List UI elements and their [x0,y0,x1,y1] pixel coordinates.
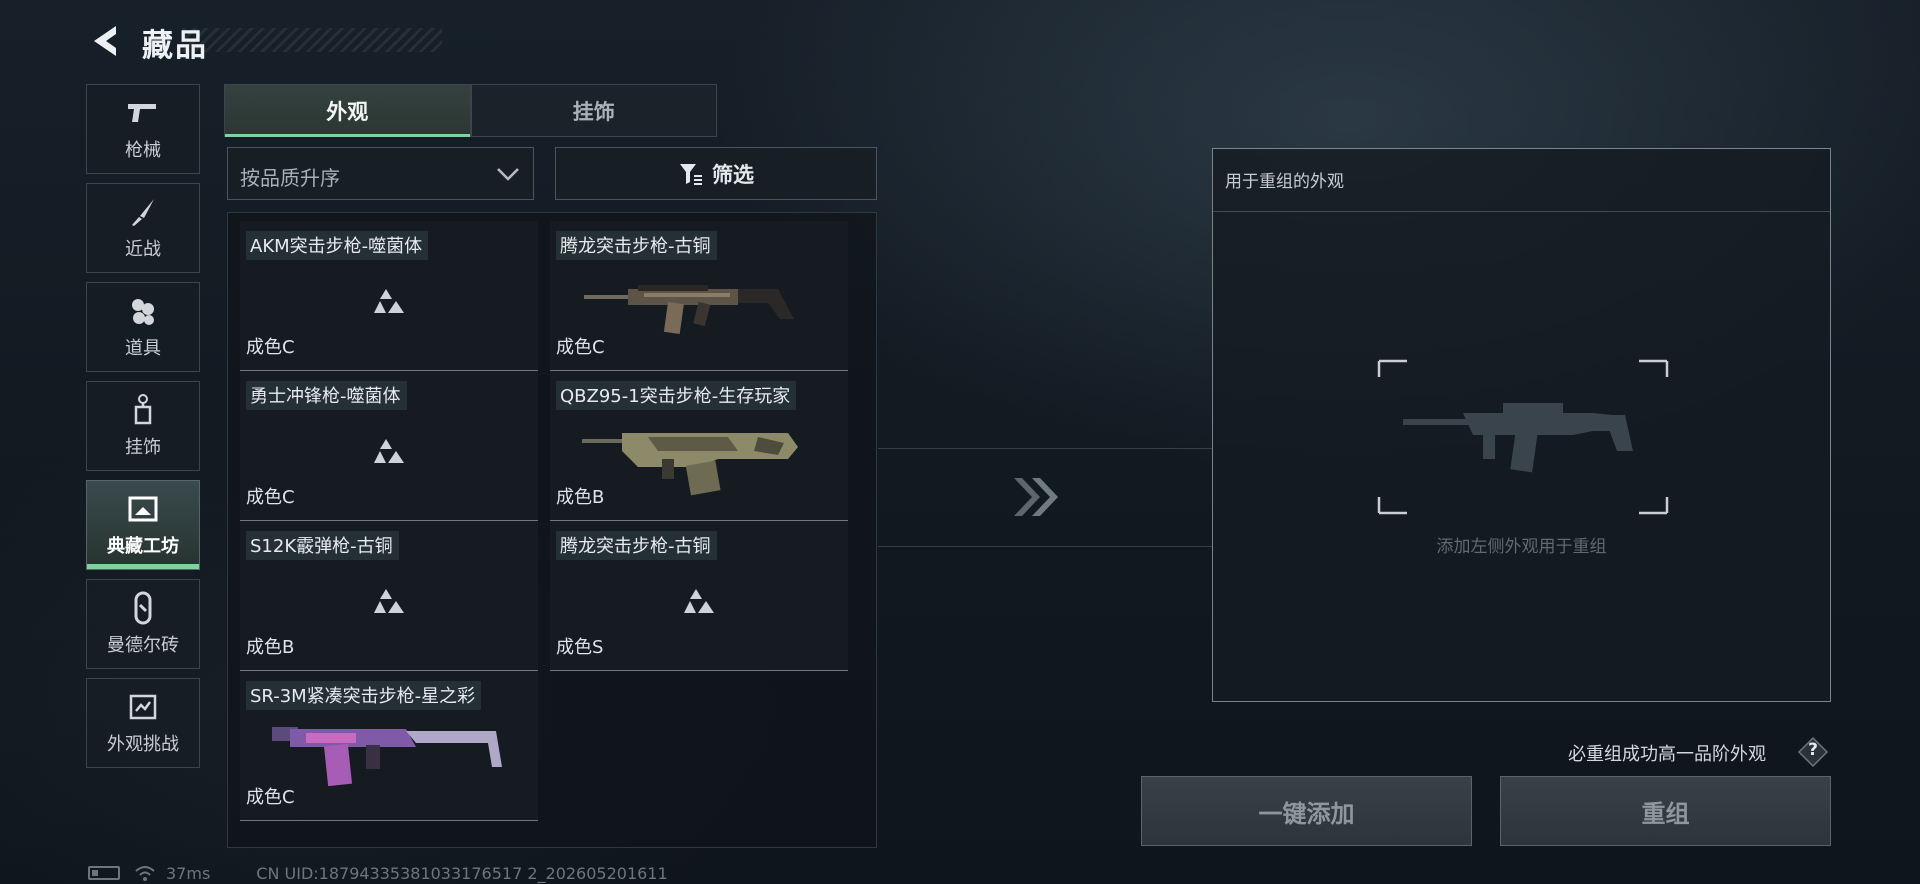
item-grade: 成色C [556,337,605,358]
filter-icon [680,163,702,185]
placeholder-triangle-icon [374,289,404,313]
nav-item-mandel-brick[interactable]: 曼德尔砖 [86,579,200,669]
user-uid: CN UID:18794335381033176517 2_2026052016… [256,863,668,883]
item-name: AKM突击步枪-噬菌体 [246,231,429,260]
nav-label: 曼德尔砖 [107,635,179,656]
nav-item-melee[interactable]: 近战 [86,183,200,273]
back-button[interactable] [86,22,122,60]
workshop-icon [126,492,160,526]
item-name: 腾龙突击步枪-古铜 [556,531,717,560]
appearance-grid: AKM突击步枪-噬菌体 成色C 腾龙突击步枪-古铜 成色C 勇士冲锋枪-噬菌体 … [227,212,877,848]
item-grade: 成色S [556,637,604,658]
nav-label: 近战 [125,239,161,260]
add-all-button[interactable]: 一键添加 [1141,776,1472,846]
placeholder-triangle-icon [374,589,404,613]
tab-appearance[interactable]: 外观 [224,84,471,137]
appearance-card[interactable]: 腾龙突击步枪-古铜 成色S [550,521,848,671]
appearance-card[interactable]: S12K霰弹枪-古铜 成色B [240,521,538,671]
connector-line [878,448,1212,449]
grenade-icon [126,294,160,328]
appearance-card[interactable]: 腾龙突击步枪-古铜 成色C [550,221,848,371]
nav-item-items[interactable]: 道具 [86,282,200,372]
panel-divider [1213,211,1830,212]
nav-label: 典藏工坊 [107,536,179,557]
chevron-down-icon [497,168,519,181]
recombine-title: 用于重组的外观 [1225,172,1344,192]
status-bar: 37ms CN UID:18794335381033176517 2_20260… [88,862,668,884]
ping-value: 37ms [166,863,211,883]
appearance-card[interactable]: AKM突击步枪-噬菌体 成色C [240,221,538,371]
nav-item-challenge[interactable]: 外观挑战 [86,678,200,768]
item-name: QBZ95-1突击步枪-生存玩家 [556,381,797,410]
item-name: 勇士冲锋枪-噬菌体 [246,381,407,410]
gun-camo-image [582,433,798,496]
battery-icon [88,866,120,880]
item-grade: 成色B [556,487,605,508]
recombine-tip: 必重组成功高一品阶外观 [1568,744,1766,765]
item-grade: 成色C [246,487,295,508]
help-button[interactable]: ? [1797,736,1829,768]
recombine-hint: 添加左侧外观用于重组 [1436,537,1607,557]
gun-bronze-image [584,285,794,334]
nav-item-workshop[interactable]: 典藏工坊 [86,480,200,570]
placeholder-triangle-icon [684,589,714,613]
filter-button[interactable]: 筛选 [555,147,877,200]
charm-icon [126,393,160,427]
sort-dropdown-value: 按品质升序 [240,166,340,190]
item-grade: 成色C [246,337,295,358]
appearance-card[interactable]: SR-3M紧凑突击步枪-星之彩 成色C [240,671,538,821]
item-name: S12K霰弹枪-古铜 [246,531,399,560]
title-decoration [182,28,442,52]
back-arrow-icon [94,26,116,56]
mandel-brick-icon [126,591,160,625]
item-grade: 成色B [246,637,295,658]
filter-label: 筛选 [712,162,754,187]
tab-charms[interactable]: 挂饰 [470,84,717,137]
pistol-icon [126,96,160,130]
recombine-button[interactable]: 重组 [1500,776,1831,846]
recombine-panel: 用于重组的外观 添加左侧外观用于重组 [1212,148,1831,702]
nav-label: 枪械 [125,140,161,161]
nav-label: 外观挑战 [107,734,179,755]
nav-item-guns[interactable]: 枪械 [86,84,200,174]
nav-label: 道具 [125,338,161,359]
nav-item-charms[interactable]: 挂饰 [86,381,200,471]
appearance-card[interactable]: 勇士冲锋枪-噬菌体 成色C [240,371,538,521]
gun-purple-image [272,727,502,787]
page-title: 藏品 [142,28,208,64]
connector-line [878,546,1212,547]
item-grade: 成色C [246,787,295,808]
item-name: 腾龙突击步枪-古铜 [556,231,717,260]
wifi-icon [135,866,155,881]
tab-bar: 外观 挂饰 [224,84,717,137]
sort-dropdown[interactable]: 按品质升序 [227,147,534,200]
placeholder-triangle-icon [374,439,404,463]
challenge-icon [126,690,160,724]
help-glyph: ? [1808,740,1818,760]
item-name: SR-3M紧凑突击步枪-星之彩 [246,681,482,710]
drop-slot-frame[interactable] [1363,357,1683,517]
nav-label: 挂饰 [125,437,161,458]
appearance-card[interactable]: QBZ95-1突击步枪-生存玩家 成色B [550,371,848,521]
knife-icon [126,195,160,229]
double-chevron-right-icon [1014,478,1058,516]
